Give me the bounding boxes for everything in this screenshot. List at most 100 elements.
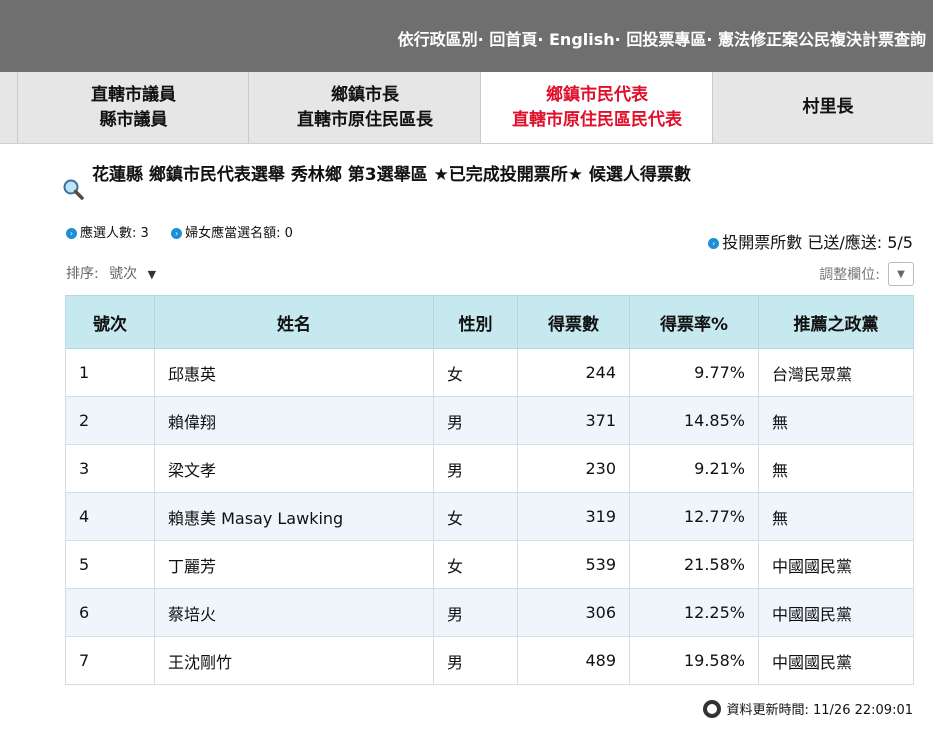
cell-gender: 男 [433, 588, 518, 637]
cell-gender: 男 [433, 444, 518, 493]
cell-name: 賴惠美 Masay Lawking [154, 492, 434, 541]
nav-separator: · [537, 30, 549, 49]
nav-link-voting-area[interactable]: 回投票專區 [626, 30, 706, 49]
cell-gender: 女 [433, 492, 518, 541]
cell-name: 丁麗芳 [154, 540, 434, 589]
nav-link-english[interactable]: English [549, 30, 615, 49]
cell-gender: 女 [433, 348, 518, 397]
cell-vote-rate: 9.21% [629, 444, 759, 493]
candidate-votes-table: 號次 姓名 性別 得票數 得票率% 推薦之政黨 1 邱惠英 女 244 9.77… [65, 295, 914, 685]
cell-votes: 306 [517, 588, 630, 637]
cell-party: 無 [758, 396, 914, 445]
cell-number: 7 [65, 636, 155, 685]
nav-link-home[interactable]: 回首頁 [489, 30, 537, 49]
magnifier-icon [63, 179, 84, 200]
cell-number: 4 [65, 492, 155, 541]
top-nav: 依行政區別· 回首頁· English· 回投票專區· 憲法修正案公民複決計票查… [398, 26, 926, 50]
cell-name: 邱惠英 [154, 348, 434, 397]
cell-votes: 489 [517, 636, 630, 685]
cell-name: 梁文孝 [154, 444, 434, 493]
table-row: 5 丁麗芳 女 539 21.58% 中國國民黨 [65, 540, 914, 589]
sort-control[interactable]: 排序: 號次 ▼ [66, 263, 156, 283]
cell-vote-rate: 9.77% [629, 348, 759, 397]
cell-vote-rate: 19.58% [629, 636, 759, 685]
nav-separator: · [706, 30, 718, 49]
page-title: 花蓮縣 鄉鎮市民代表選舉 秀林鄉 第3選舉區 ★已完成投開票所★ 候選人得票數 [92, 165, 691, 185]
tab-label: 村里長 [802, 97, 854, 117]
table-row: 3 梁文孝 男 230 9.21% 無 [65, 444, 914, 493]
tab-village-chiefs[interactable]: 村里長 [712, 72, 933, 143]
caret-down-icon[interactable]: ▼ [148, 268, 156, 281]
column-header-votes[interactable]: 得票數 [517, 295, 630, 349]
tab-label: 縣市議員 [99, 109, 168, 130]
election-stats: › 應選人數: 3 › 婦女應當選名額: 0 [66, 222, 293, 241]
table-row: 4 賴惠美 Masay Lawking 女 319 12.77% 無 [65, 492, 914, 541]
table-row: 2 賴偉翔 男 371 14.85% 無 [65, 396, 914, 445]
election-type-tabs: 直轄市議員 縣市議員 鄉鎮市長 直轄市原住民區長 鄉鎮市民代表 直轄市原住民區民… [0, 72, 933, 144]
cell-party: 中國國民黨 [758, 588, 914, 637]
cell-number: 5 [65, 540, 155, 589]
tab-councilors[interactable]: 直轄市議員 縣市議員 [17, 72, 249, 143]
arrow-bullet-icon: › [66, 228, 77, 239]
top-bar: 依行政區別· 回首頁· English· 回投票專區· 憲法修正案公民複決計票查… [0, 0, 933, 72]
tab-label: 直轄市原住民區民代表 [512, 109, 682, 130]
tab-label: 鄉鎮市民代表 [546, 84, 648, 105]
clock-icon [702, 699, 721, 718]
column-header-party[interactable]: 推薦之政黨 [758, 295, 914, 349]
tab-label: 鄉鎮市長 [331, 84, 399, 105]
caret-down-icon: ▼ [897, 268, 905, 280]
women-quota: 婦女應當選名額: 0 [185, 226, 293, 241]
cell-vote-rate: 14.85% [629, 396, 759, 445]
tab-township-representatives[interactable]: 鄉鎮市民代表 直轄市原住民區民代表 [480, 72, 713, 143]
tab-township-mayors[interactable]: 鄉鎮市長 直轄市原住民區長 [248, 72, 481, 143]
cell-number: 2 [65, 396, 155, 445]
cell-votes: 539 [517, 540, 630, 589]
update-time: 資料更新時間: 11/26 22:09:01 [702, 699, 914, 718]
cell-vote-rate: 12.77% [629, 492, 759, 541]
cell-gender: 男 [433, 396, 518, 445]
stations-status: › 投開票所數 已送/應送: 5/5 [708, 229, 913, 253]
nav-link-referendum[interactable]: 憲法修正案公民複決計票查詢 [718, 30, 926, 49]
table-row: 1 邱惠英 女 244 9.77% 台灣民眾黨 [65, 348, 914, 397]
sort-value: 號次 [109, 266, 138, 282]
table-header-row: 號次 姓名 性別 得票數 得票率% 推薦之政黨 [65, 295, 914, 349]
cell-votes: 230 [517, 444, 630, 493]
nav-separator: · [477, 30, 490, 49]
nav-separator: · [614, 30, 627, 49]
adjust-columns-label: 調整欄位: [819, 267, 880, 283]
cell-name: 蔡培火 [154, 588, 434, 637]
column-header-number[interactable]: 號次 [65, 295, 155, 349]
cell-number: 6 [65, 588, 155, 637]
cell-party: 無 [758, 444, 914, 493]
cell-vote-rate: 21.58% [629, 540, 759, 589]
cell-name: 王沈剛竹 [154, 636, 434, 685]
cell-number: 1 [65, 348, 155, 397]
cell-party: 無 [758, 492, 914, 541]
seats-count: 應選人數: 3 [80, 226, 149, 241]
sort-label: 排序: [66, 266, 99, 282]
stations-count: 投開票所數 已送/應送: 5/5 [722, 233, 913, 252]
column-header-vote-rate[interactable]: 得票率% [629, 295, 759, 349]
cell-name: 賴偉翔 [154, 396, 434, 445]
cell-votes: 244 [517, 348, 630, 397]
update-time-label: 資料更新時間: 11/26 22:09:01 [726, 703, 914, 718]
column-header-name[interactable]: 姓名 [154, 295, 434, 349]
cell-number: 3 [65, 444, 155, 493]
adjust-columns-button[interactable]: ▼ [888, 262, 914, 286]
table-row: 6 蔡培火 男 306 12.25% 中國國民黨 [65, 588, 914, 637]
cell-vote-rate: 12.25% [629, 588, 759, 637]
cell-party: 台灣民眾黨 [758, 348, 914, 397]
adjust-columns: 調整欄位: ▼ [819, 262, 914, 286]
tab-label: 直轄市議員 [91, 84, 176, 105]
table-row: 7 王沈剛竹 男 489 19.58% 中國國民黨 [65, 636, 914, 685]
nav-link-by-district[interactable]: 依行政區別 [398, 30, 478, 49]
cell-party: 中國國民黨 [758, 636, 914, 685]
arrow-bullet-icon: › [708, 238, 720, 249]
cell-gender: 女 [433, 540, 518, 589]
cell-gender: 男 [433, 636, 518, 685]
cell-votes: 319 [517, 492, 630, 541]
cell-party: 中國國民黨 [758, 540, 914, 589]
cell-votes: 371 [517, 396, 630, 445]
tab-label: 直轄市原住民區長 [297, 109, 433, 130]
column-header-gender[interactable]: 性別 [433, 295, 518, 349]
